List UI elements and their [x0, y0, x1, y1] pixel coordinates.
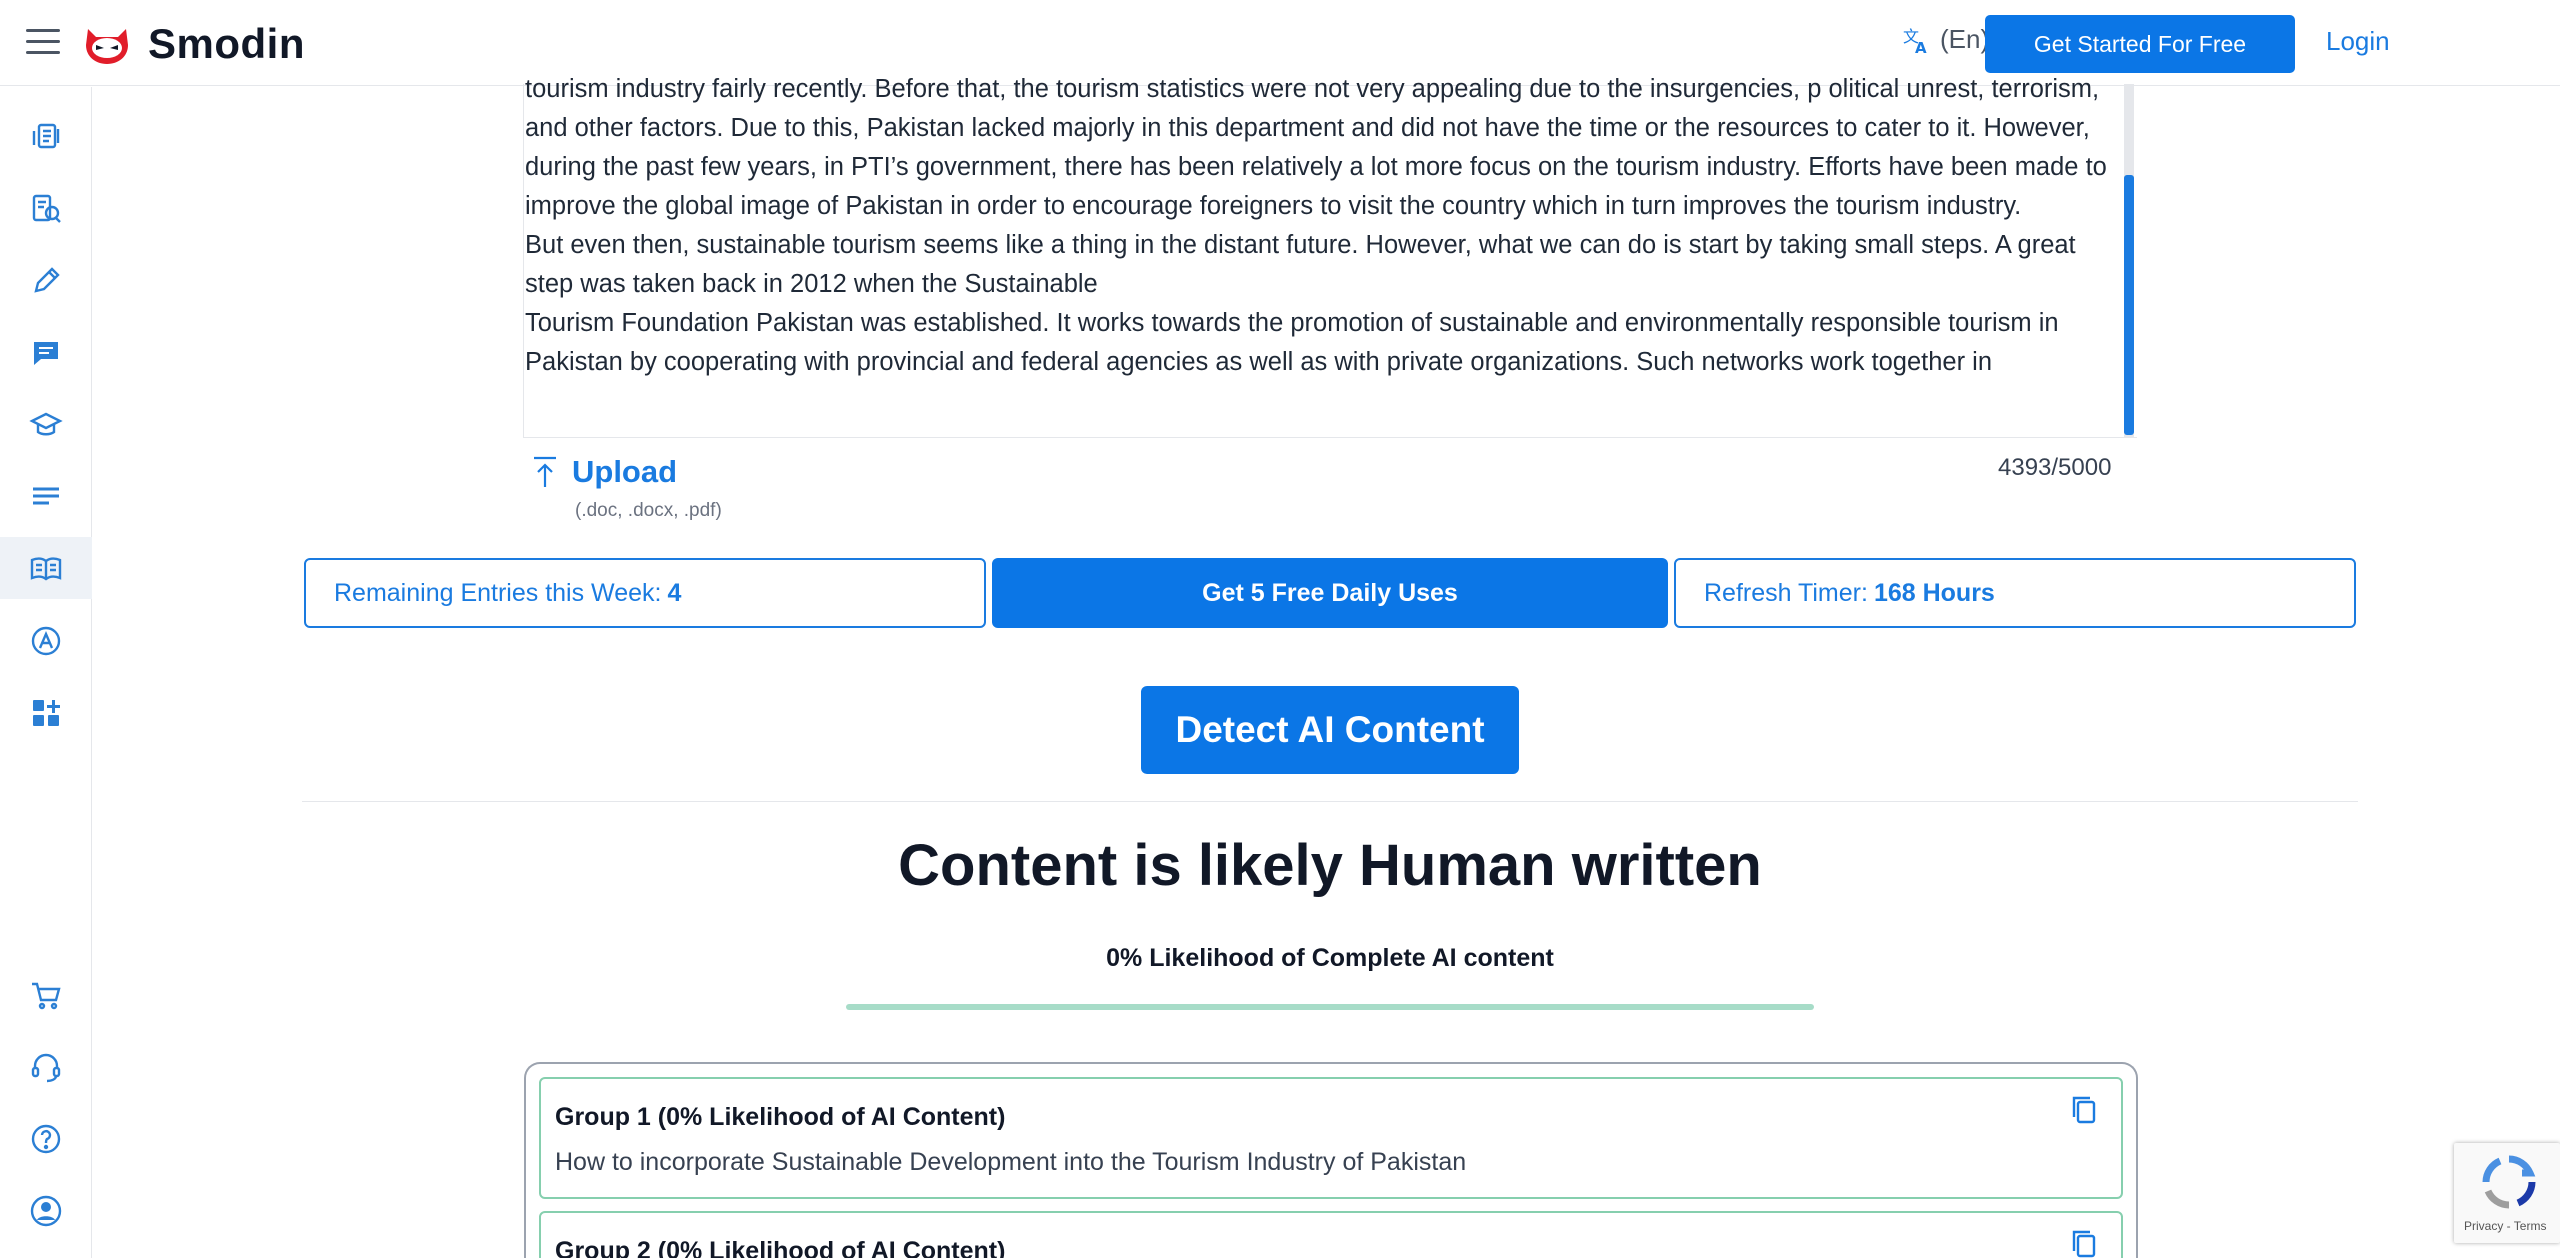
likelihood-summary: 0% Likelihood of Complete AI content: [1106, 944, 1554, 972]
character-count: 4393/5000: [1998, 454, 2112, 481]
detect-ai-content-button[interactable]: Detect AI Content: [1141, 686, 1519, 774]
login-link[interactable]: Login: [2326, 26, 2390, 57]
svg-text:A: A: [1915, 39, 1927, 55]
sidebar-item-summarizer[interactable]: [26, 477, 66, 517]
sidebar-item-writer[interactable]: [26, 261, 66, 301]
smodin-logo-icon: [86, 29, 128, 64]
language-selector[interactable]: 文 A (En): [1902, 24, 1989, 55]
open-book-icon: [30, 557, 62, 581]
chat-icon: [34, 342, 58, 365]
apps-plus-icon: [33, 700, 60, 726]
sidebar-item-more-apps[interactable]: [26, 693, 66, 733]
menu-icon[interactable]: [26, 29, 60, 55]
recaptcha-badge[interactable]: Privacy - Terms: [2454, 1143, 2560, 1243]
translate-icon: 文 A: [1903, 27, 1927, 55]
section-divider: [302, 801, 2358, 802]
result-title: Content is likely Human written: [898, 833, 1762, 898]
upload-icon: [534, 456, 556, 487]
sidebar-item-paraphrase[interactable]: [26, 117, 66, 157]
brand-logo[interactable]: Smodin: [82, 20, 305, 68]
editor-scrollbar-thumb[interactable]: [2124, 175, 2134, 435]
refresh-timer-box: Refresh Timer: 168 Hours: [1674, 558, 2356, 628]
remaining-entries-label: Remaining Entries this Week:: [334, 578, 662, 607]
sidebar-item-plagiarism[interactable]: [26, 189, 66, 229]
graduation-cap-icon: [29, 412, 63, 436]
recaptcha-links[interactable]: Privacy - Terms: [2464, 1219, 2546, 1233]
help-icon: [31, 1124, 61, 1154]
text-lines-icon: [33, 487, 59, 505]
search-document-icon: [32, 194, 61, 223]
sidebar-item-ai-detector[interactable]: [26, 549, 66, 589]
get-daily-uses-button[interactable]: Get 5 Free Daily Uses: [992, 558, 1668, 628]
sidebar-item-cart[interactable]: [26, 975, 66, 1015]
editor-paragraph: But even then, sustainable tourism seems…: [525, 231, 2076, 298]
upload-label: Upload: [572, 454, 678, 489]
editor-paragraph: tourism industry fairly recently. Before…: [525, 75, 2107, 220]
group-text: How to incorporate Sustainable Developme…: [555, 1148, 1467, 1176]
sidebar-item-homework[interactable]: [26, 405, 66, 445]
editor-paragraph: Tourism Foundation Pakistan was establis…: [525, 309, 2059, 376]
remaining-entries-box: Remaining Entries this Week: 4: [304, 558, 986, 628]
sidebar-item-grader[interactable]: [26, 621, 66, 661]
editor-content[interactable]: tourism industry fairly recently. Before…: [525, 70, 2115, 382]
recaptcha-icon: [2482, 1155, 2536, 1209]
copy-icon[interactable]: [2069, 1227, 2099, 1258]
ai-grader-icon: [31, 626, 61, 656]
sidebar-item-support[interactable]: [26, 1047, 66, 1087]
upload-formats: (.doc, .docx, .pdf): [575, 500, 722, 521]
refresh-timer-label: Refresh Timer:: [1704, 578, 1868, 607]
sidebar-item-help[interactable]: [26, 1119, 66, 1159]
sidebar: [0, 87, 92, 1258]
sidebar-item-account[interactable]: [26, 1191, 66, 1231]
get-started-button[interactable]: Get Started For Free: [1985, 15, 2295, 73]
likelihood-progress-bar: [846, 1004, 1814, 1010]
brand-name: Smodin: [148, 20, 305, 67]
group-card: Group 2 (0% Likelihood of AI Content): [539, 1211, 2123, 1258]
group-title: Group 1 (0% Likelihood of AI Content): [555, 1103, 1006, 1131]
cart-icon: [32, 982, 61, 1010]
text-input-area[interactable]: tourism industry fairly recently. Before…: [525, 70, 2137, 438]
refresh-timer-value: 168 Hours: [1873, 578, 1995, 607]
paraphrase-icon: [32, 123, 60, 149]
headset-icon: [31, 1053, 61, 1083]
language-label: (En): [1940, 24, 1990, 54]
remaining-entries-value: 4: [667, 578, 682, 607]
pencil-icon: [34, 267, 60, 293]
group-title: Group 2 (0% Likelihood of AI Content): [555, 1237, 1006, 1258]
upload-button[interactable]: Upload: [530, 454, 677, 490]
sidebar-item-chat[interactable]: [26, 333, 66, 373]
user-icon: [30, 1195, 62, 1227]
group-card: Group 1 (0% Likelihood of AI Content) Ho…: [539, 1077, 2123, 1199]
copy-icon[interactable]: [2069, 1093, 2099, 1127]
